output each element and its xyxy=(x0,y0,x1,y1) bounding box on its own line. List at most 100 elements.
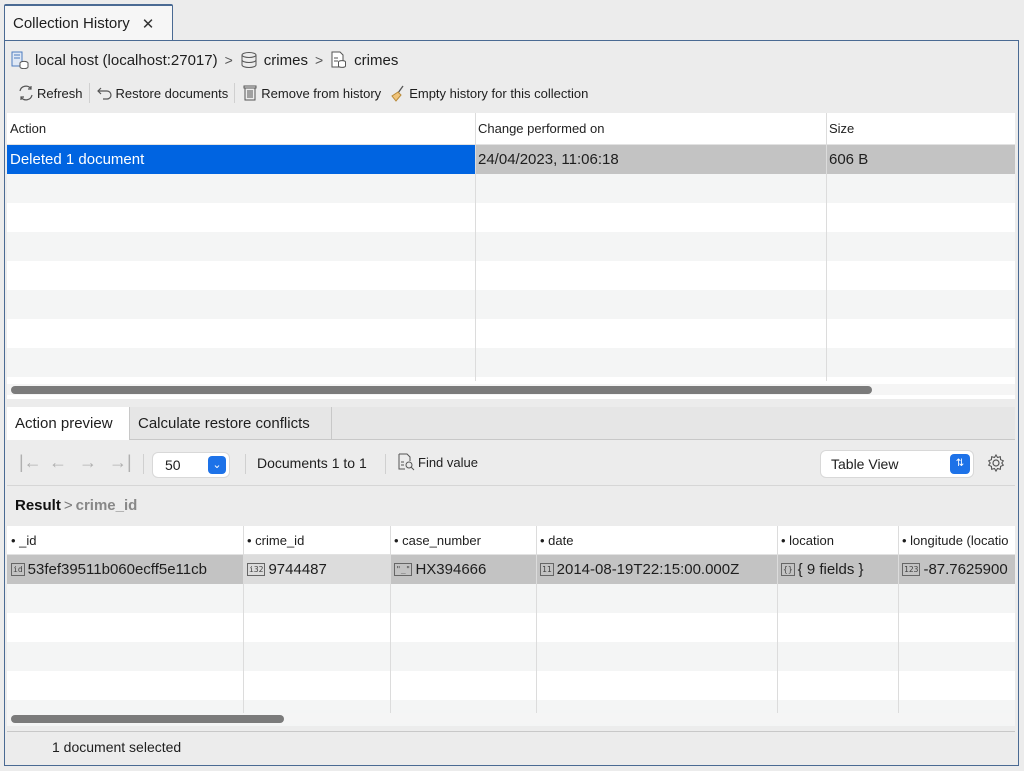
first-page-icon[interactable]: |← xyxy=(19,452,42,473)
broom-icon xyxy=(391,85,404,102)
cell-location: {}{ 9 fields } xyxy=(781,561,864,578)
gear-icon[interactable] xyxy=(986,453,1006,473)
toolbar-divider xyxy=(234,83,236,103)
date-type-icon: 11 xyxy=(540,563,554,576)
column-header-crime-id[interactable]: • crime_id xyxy=(243,526,390,555)
tab-action-preview[interactable]: Action preview xyxy=(7,407,130,440)
server-icon xyxy=(11,51,29,69)
int32-type-icon: i32 xyxy=(247,563,266,576)
history-empty-row xyxy=(7,174,1015,203)
column-header-location[interactable]: • location xyxy=(777,526,898,555)
breadcrumb: local host (localhost:27017) > crimes > … xyxy=(11,49,398,71)
page-size-value: 50 xyxy=(165,457,181,473)
previous-page-icon[interactable]: ← xyxy=(49,452,67,473)
string-type-icon: "_" xyxy=(394,563,413,576)
grid-empty-row xyxy=(7,671,1015,700)
column-divider xyxy=(777,526,778,713)
restore-documents-button[interactable]: Restore documents xyxy=(92,81,233,105)
database-icon xyxy=(241,52,257,68)
breadcrumb-server[interactable]: local host (localhost:27017) xyxy=(11,51,218,69)
column-header-change-performed-on[interactable]: Change performed on xyxy=(475,113,604,145)
breadcrumb-collection[interactable]: crimes xyxy=(330,51,398,69)
column-header-action[interactable]: Action xyxy=(7,113,46,145)
column-divider xyxy=(826,113,827,381)
column-divider xyxy=(243,526,244,713)
trash-icon xyxy=(243,85,257,101)
scrollbar-thumb[interactable] xyxy=(11,715,284,723)
column-divider xyxy=(475,113,476,381)
remove-from-history-label: Remove from history xyxy=(261,85,382,101)
preview-tabs: Action preview Calculate restore conflic… xyxy=(7,407,1015,440)
empty-history-label: Empty history for this collection xyxy=(409,85,589,101)
history-cell-date: 24/04/2023, 11:06:18 xyxy=(478,151,619,168)
history-row[interactable]: Deleted 1 document 24/04/2023, 11:06:18 … xyxy=(7,145,1015,174)
breadcrumb-collection-label: crimes xyxy=(354,51,399,69)
cell-date: 11 2014-08-19T22:15:00.000Z xyxy=(540,561,740,578)
object-type-icon: {} xyxy=(781,563,795,576)
cell-case-number: "_" HX394666 xyxy=(394,561,487,578)
next-page-icon[interactable]: → xyxy=(79,452,97,473)
toolbar-divider xyxy=(88,83,90,103)
pager-toolbar: |← ← → →| 50 ⌄ Documents 1 to 1 Find val… xyxy=(7,440,1015,486)
tab-collection-history[interactable]: Collection History ✕ xyxy=(4,4,173,41)
close-icon[interactable]: ✕ xyxy=(142,15,155,33)
result-path-separator: > xyxy=(63,497,73,514)
collection-icon xyxy=(331,51,347,68)
history-cell-action: Deleted 1 document xyxy=(7,145,475,174)
breadcrumb-database-label: crimes xyxy=(263,51,308,69)
tab-calculate-restore-conflicts[interactable]: Calculate restore conflicts xyxy=(130,407,332,440)
refresh-label: Refresh xyxy=(37,85,83,101)
column-divider xyxy=(536,526,537,713)
history-cell-size: 606 B xyxy=(829,151,869,168)
documents-grid: • _id • crime_id • case_number • date • … xyxy=(7,526,1015,726)
refresh-button[interactable]: Refresh xyxy=(13,81,87,105)
collection-history-window: Collection History ✕ local host (localho… xyxy=(0,0,1024,771)
cell-id: id 53fef39511b060ecff5e11cb xyxy=(11,561,207,578)
page-size-select[interactable]: 50 ⌄ xyxy=(153,453,229,477)
document-range: Documents 1 to 1 xyxy=(257,455,367,471)
tab-strip: Collection History ✕ xyxy=(0,0,1024,41)
breadcrumb-separator: > xyxy=(224,52,233,68)
cell-longitude: 123 -87.7625900 xyxy=(902,561,1008,578)
history-empty-row xyxy=(7,261,1015,290)
scrollbar-thumb[interactable] xyxy=(11,386,872,394)
history-horizontal-scrollbar[interactable] xyxy=(7,384,1015,395)
grid-horizontal-scrollbar[interactable] xyxy=(7,713,1015,724)
history-empty-row xyxy=(7,232,1015,261)
column-header-case-number[interactable]: • case_number xyxy=(390,526,536,555)
pager-divider xyxy=(143,454,144,474)
main-panel: local host (localhost:27017) > crimes > … xyxy=(4,40,1019,766)
objectid-type-icon: id xyxy=(11,563,25,576)
breadcrumb-separator: > xyxy=(314,52,324,68)
undo-icon xyxy=(96,87,112,100)
column-header-size[interactable]: Size xyxy=(826,113,854,145)
grid-empty-row xyxy=(7,642,1015,671)
pager-divider xyxy=(385,454,386,474)
status-text: 1 document selected xyxy=(52,739,182,755)
column-header-longitude[interactable]: • longitude (locatio xyxy=(898,526,1015,555)
refresh-icon xyxy=(19,85,33,101)
chevron-down-icon: ⌄ xyxy=(208,456,226,474)
view-mode-select[interactable]: Table View ⇅ xyxy=(821,451,973,477)
find-value-button[interactable]: Find value xyxy=(397,453,478,471)
last-page-icon[interactable]: →| xyxy=(109,452,132,473)
remove-from-history-button[interactable]: Remove from history xyxy=(237,81,385,105)
result-field: crime_id xyxy=(75,497,138,514)
documents-grid-header: • _id • crime_id • case_number • date • … xyxy=(7,526,1015,555)
double-type-icon: 123 xyxy=(902,563,921,576)
breadcrumb-database[interactable]: crimes xyxy=(240,51,308,69)
grid-empty-row xyxy=(7,613,1015,642)
history-empty-row xyxy=(7,290,1015,319)
column-header-id[interactable]: • _id xyxy=(7,526,243,555)
pager-divider xyxy=(245,454,246,474)
empty-history-button[interactable]: Empty history for this collection xyxy=(385,81,592,105)
tab-title: Collection History xyxy=(13,15,130,32)
history-empty-row xyxy=(7,203,1015,232)
result-root[interactable]: Result xyxy=(15,497,61,514)
column-header-date[interactable]: • date xyxy=(536,526,777,555)
document-row[interactable]: id 53fef39511b060ecff5e11cb i32 9744487 "_… xyxy=(7,555,1015,584)
status-bar: 1 document selected xyxy=(7,731,1015,761)
history-empty-row xyxy=(7,348,1015,377)
restore-documents-label: Restore documents xyxy=(115,85,229,101)
toolbar: Refresh Restore documents Remove from hi… xyxy=(13,81,592,105)
